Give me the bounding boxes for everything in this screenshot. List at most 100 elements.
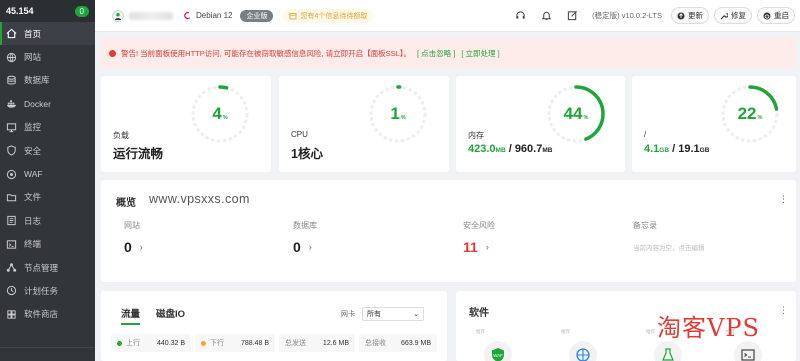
terminal-window-icon bbox=[734, 341, 762, 361]
tab-disk-io[interactable]: 磁盘IO bbox=[156, 306, 185, 325]
power-icon bbox=[763, 12, 771, 19]
sidebar-item-label: 数据库 bbox=[24, 75, 50, 86]
item-label: 备忘录 bbox=[633, 221, 657, 230]
notice-pill[interactable]: 您有4个信息待待额取 bbox=[283, 8, 374, 23]
sidebar-item-security[interactable]: 安全 bbox=[0, 139, 95, 162]
item-label: 网站 bbox=[124, 221, 140, 230]
sidebar-item-logs[interactable]: 日志 bbox=[0, 209, 95, 232]
headset-icon[interactable] bbox=[514, 10, 526, 22]
ignore-link[interactable]: [ 点击忽略 ] bbox=[417, 48, 455, 59]
chevron-down-icon: ⌄ bbox=[413, 311, 419, 318]
top-bar: Debian 12 企业版 您有4个信息待待额取 (稳定版) v10.0.2-L… bbox=[95, 0, 800, 32]
restart-label: 重启 bbox=[774, 11, 789, 20]
sidebar-item-website[interactable]: 网站 bbox=[0, 45, 95, 68]
nic-label: 网卡 bbox=[341, 311, 355, 318]
download-dot bbox=[201, 340, 206, 346]
software-tile[interactable]: 推荐 WAF bbox=[476, 329, 514, 361]
database-icon bbox=[7, 75, 16, 85]
tile-tag: 推荐 bbox=[476, 329, 485, 334]
stat-value: 1核心 bbox=[291, 147, 323, 161]
sidebar-item-label: 计划任务 bbox=[24, 285, 59, 296]
sidebar-footer bbox=[0, 347, 95, 361]
terminal-icon bbox=[6, 240, 17, 249]
more-icon[interactable]: ⋮ bbox=[779, 305, 788, 316]
overview-panel: 概览 www.vpsxxs.com ⋮ 网站 0 › 数据库 0 › 安全风险 11… bbox=[101, 180, 796, 282]
restart-button[interactable]: 重启 bbox=[757, 7, 795, 24]
wrench-icon bbox=[720, 12, 728, 19]
folder-icon bbox=[6, 194, 17, 202]
tab-traffic[interactable]: 流量 bbox=[121, 306, 141, 325]
item-value: 0 bbox=[124, 239, 132, 255]
upload-dot bbox=[117, 340, 122, 346]
update-button[interactable]: 更新 bbox=[671, 7, 709, 24]
stat-label: 负载 bbox=[113, 131, 129, 140]
gauge-value: 1% bbox=[390, 104, 406, 123]
sidebar-item-label: 软件商店 bbox=[24, 309, 59, 320]
total-sent-stat: 总发送 12.6 MB bbox=[279, 334, 355, 352]
memory-card[interactable]: 44% 内存 423.0MB / 960.7MB bbox=[456, 76, 625, 172]
sidebar-item-store[interactable]: 软件商店 bbox=[0, 303, 95, 326]
load-card[interactable]: 4% 负载 运行流畅 bbox=[101, 76, 271, 172]
overview-item-memo[interactable]: 备忘录 当前内容为空，点击编辑 bbox=[633, 220, 705, 252]
node-icon bbox=[6, 263, 17, 272]
upload-stat: 上行 440.32 B bbox=[111, 334, 191, 352]
overview-item-databases[interactable]: 数据库 0 › bbox=[293, 220, 317, 255]
security-alert: 警告! 当前面板使用HTTP访问, 可能存在被窃取敏感信息风险, 请立即开启【面… bbox=[101, 38, 796, 68]
clock-icon bbox=[6, 286, 17, 296]
upload-icon bbox=[677, 12, 685, 19]
item-value: 0 bbox=[293, 239, 301, 255]
sidebar-item-label: 节点管理 bbox=[24, 262, 59, 273]
sidebar-item-terminal[interactable]: 终端 bbox=[0, 233, 95, 256]
sidebar-item-docker[interactable]: Docker bbox=[0, 92, 95, 115]
flask-icon bbox=[654, 341, 682, 361]
handle-now-link[interactable]: [ 立即处理 ] bbox=[461, 48, 499, 59]
stat-label: 内存 bbox=[468, 131, 484, 140]
sidebar-item-database[interactable]: 数据库 bbox=[0, 69, 95, 92]
cpu-card[interactable]: 1% CPU 1核心 bbox=[279, 76, 449, 172]
disk-card[interactable]: 22% / 4.1GB / 19.1GB bbox=[632, 76, 796, 172]
cpu-gauge: 1% bbox=[366, 82, 430, 146]
alert-icon bbox=[109, 49, 116, 57]
stat-value: 运行流畅 bbox=[113, 147, 164, 161]
stat-label: / bbox=[644, 130, 647, 139]
software-tile[interactable]: 推荐 bbox=[561, 329, 599, 361]
overview-item-websites[interactable]: 网站 0 › bbox=[124, 220, 143, 255]
update-label: 更新 bbox=[688, 11, 703, 20]
sidebar-item-home[interactable]: 首页 bbox=[0, 22, 95, 46]
edit-icon[interactable] bbox=[566, 10, 578, 22]
overview-item-security-risks[interactable]: 安全风险 11 › bbox=[463, 220, 495, 255]
nic-selector: 网卡 所有 ⌄ bbox=[341, 307, 424, 321]
sidebar-item-nodes[interactable]: 节点管理 bbox=[0, 256, 95, 279]
repair-label: 修复 bbox=[731, 11, 746, 20]
sidebar-item-monitor[interactable]: 监控 bbox=[0, 116, 95, 139]
repair-button[interactable]: 修复 bbox=[714, 7, 752, 24]
alert-text: 警告! 当前面板使用HTTP访问, 可能存在被窃取敏感信息风险, 请立即开启【面… bbox=[121, 48, 412, 58]
calendar-icon bbox=[290, 12, 297, 19]
sidebar-item-label: 网站 bbox=[24, 52, 42, 63]
gauge-value: 4% bbox=[212, 104, 228, 123]
globe-cross-icon bbox=[569, 341, 597, 361]
stat-value: 423.0MB / 960.7MB bbox=[468, 143, 553, 155]
avatar[interactable] bbox=[112, 9, 124, 22]
traffic-panel: 流量 磁盘IO 网卡 所有 ⌄ 上行 440.32 B 下行 788.48 B 总… bbox=[101, 291, 447, 361]
more-icon[interactable]: ⋮ bbox=[779, 194, 788, 205]
item-value: 11 bbox=[463, 239, 478, 255]
bell-icon[interactable] bbox=[540, 10, 552, 22]
memo-placeholder: 当前内容为空，点击编辑 bbox=[633, 245, 705, 252]
nic-select[interactable]: 所有 ⌄ bbox=[362, 307, 424, 321]
chevron-right-icon: › bbox=[308, 242, 312, 252]
sidebar-item-cron[interactable]: 计划任务 bbox=[0, 279, 95, 302]
server-header[interactable]: 45.154 0 bbox=[0, 0, 95, 22]
sidebar-item-label: 安全 bbox=[24, 145, 42, 156]
notification-badge: 0 bbox=[74, 5, 89, 17]
watermark-text: www.vpsxxs.com bbox=[149, 192, 250, 206]
memory-gauge: 44% bbox=[544, 82, 608, 146]
sidebar-item-files[interactable]: 文件 bbox=[0, 186, 95, 209]
waf-icon bbox=[6, 169, 17, 179]
section-title: 软件 bbox=[469, 308, 489, 319]
notice-text: 您有4个信息待待额取 bbox=[300, 12, 368, 20]
tile-tag: 推荐 bbox=[561, 329, 570, 334]
svg-text:WAF: WAF bbox=[493, 353, 503, 358]
globe-icon bbox=[6, 52, 17, 62]
sidebar-item-waf[interactable]: WAF bbox=[0, 162, 95, 185]
